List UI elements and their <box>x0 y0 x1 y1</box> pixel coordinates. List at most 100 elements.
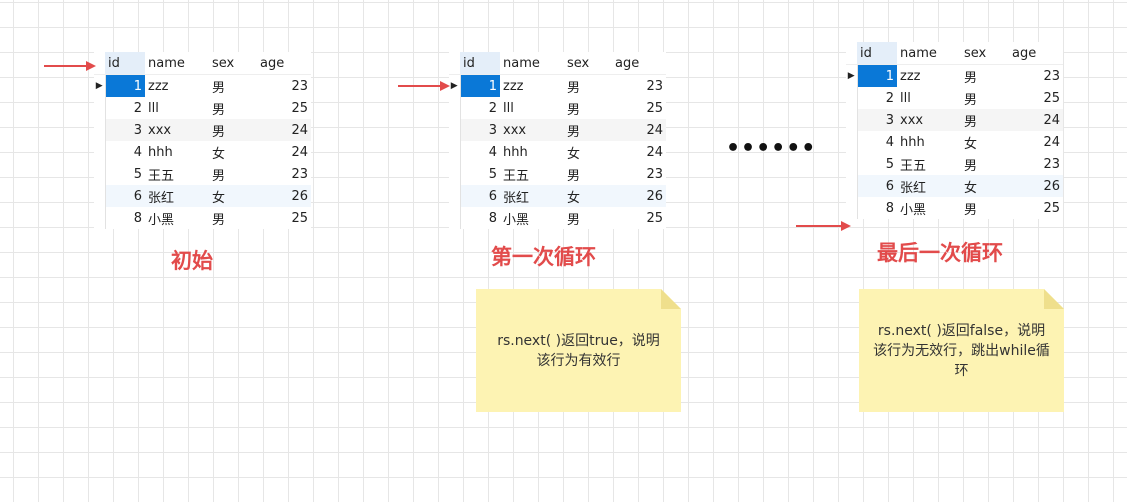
cell-age[interactable]: 25 <box>612 97 666 119</box>
cell-id[interactable]: 5 <box>857 153 897 175</box>
cell-name[interactable]: xxx <box>500 119 564 141</box>
cell-sex[interactable]: 男 <box>209 207 257 229</box>
cell-sex[interactable]: 女 <box>209 141 257 163</box>
cell-id[interactable]: 1 <box>460 74 500 97</box>
cell-sex[interactable]: 男 <box>564 163 612 185</box>
table-row[interactable]: 5 王五男 23 <box>846 153 1063 175</box>
table-row[interactable]: 3 xxx 男 24 <box>846 109 1063 131</box>
cell-id[interactable]: 6 <box>460 185 500 207</box>
cell-id[interactable]: 2 <box>105 97 145 119</box>
cell-sex[interactable]: 女 <box>564 141 612 163</box>
cell-id[interactable]: 4 <box>105 141 145 163</box>
cell-age[interactable]: 24 <box>257 119 311 141</box>
cell-name[interactable]: 小黑 <box>500 207 564 229</box>
cell-id[interactable]: 1 <box>857 64 897 87</box>
table-row[interactable]: 3 xxx 男 24 <box>94 119 311 141</box>
cell-id[interactable]: 2 <box>460 97 500 119</box>
cell-id[interactable]: 4 <box>460 141 500 163</box>
cell-name[interactable]: lll <box>897 87 961 109</box>
cell-age[interactable]: 26 <box>1009 175 1063 197</box>
cell-id[interactable]: 8 <box>857 197 897 219</box>
cell-age[interactable]: 26 <box>257 185 311 207</box>
table-row[interactable]: 5 王五男 23 <box>449 163 666 185</box>
cell-id[interactable]: 1 <box>105 74 145 97</box>
column-header-id[interactable]: id <box>105 52 145 75</box>
table-row[interactable]: 2 lll 男 25 <box>846 87 1063 109</box>
table-row[interactable]: 8 小黑男 25 <box>846 197 1063 219</box>
column-header-age[interactable]: age <box>612 52 666 75</box>
cell-age[interactable]: 24 <box>257 141 311 163</box>
cell-name[interactable]: hhh <box>897 131 961 153</box>
table-row[interactable]: 3 xxx 男 24 <box>449 119 666 141</box>
table-row[interactable]: 4 hhh 女 24 <box>846 131 1063 153</box>
table-row[interactable]: ▶ 1 zzz 男 23 <box>449 74 666 98</box>
cell-name[interactable]: 张红 <box>500 185 564 207</box>
cell-sex[interactable]: 女 <box>209 185 257 207</box>
cell-name[interactable]: hhh <box>500 141 564 163</box>
cell-name[interactable]: 张红 <box>145 185 209 207</box>
table-row[interactable]: ▶ 1 zzz 男 23 <box>94 74 311 98</box>
cell-id[interactable]: 5 <box>105 163 145 185</box>
cell-age[interactable]: 23 <box>612 75 666 98</box>
cell-age[interactable]: 24 <box>1009 109 1063 131</box>
table-row[interactable]: 6 张红女 26 <box>846 175 1063 197</box>
cell-name[interactable]: lll <box>145 97 209 119</box>
cell-id[interactable]: 5 <box>460 163 500 185</box>
cell-age[interactable]: 23 <box>612 163 666 185</box>
cell-id[interactable]: 3 <box>857 109 897 131</box>
table-row[interactable]: 5 王五男 23 <box>94 163 311 185</box>
cell-sex[interactable]: 男 <box>209 97 257 119</box>
cell-name[interactable]: 王五 <box>500 163 564 185</box>
cell-sex[interactable]: 男 <box>564 207 612 229</box>
cell-id[interactable]: 3 <box>105 119 145 141</box>
column-header-sex[interactable]: sex <box>209 52 257 75</box>
cell-age[interactable]: 26 <box>612 185 666 207</box>
table-row[interactable]: 2 lll 男 25 <box>449 97 666 119</box>
table-row[interactable]: 8 小黑男 25 <box>94 207 311 229</box>
cell-age[interactable]: 25 <box>257 97 311 119</box>
cell-id[interactable]: 6 <box>857 175 897 197</box>
cell-age[interactable]: 24 <box>612 141 666 163</box>
column-header-name[interactable]: name <box>500 52 564 75</box>
cell-id[interactable]: 4 <box>857 131 897 153</box>
table-row[interactable]: 6 张红女 26 <box>94 185 311 207</box>
cell-sex[interactable]: 男 <box>209 163 257 185</box>
cell-sex[interactable]: 男 <box>961 109 1009 131</box>
cell-sex[interactable]: 男 <box>564 119 612 141</box>
cell-sex[interactable]: 男 <box>209 75 257 98</box>
column-header-name[interactable]: name <box>145 52 209 75</box>
cell-sex[interactable]: 男 <box>564 97 612 119</box>
cell-age[interactable]: 25 <box>257 207 311 229</box>
table-row[interactable]: 4 hhh 女 24 <box>449 141 666 163</box>
cell-id[interactable]: 6 <box>105 185 145 207</box>
column-header-sex[interactable]: sex <box>961 42 1009 65</box>
table-row[interactable]: 2 lll 男 25 <box>94 97 311 119</box>
cell-name[interactable]: 王五 <box>145 163 209 185</box>
cell-sex[interactable]: 男 <box>961 65 1009 88</box>
column-header-id[interactable]: id <box>460 52 500 75</box>
cell-name[interactable]: 王五 <box>897 153 961 175</box>
cell-id[interactable]: 8 <box>105 207 145 229</box>
column-header-sex[interactable]: sex <box>564 52 612 75</box>
table-row[interactable]: 4 hhh 女 24 <box>94 141 311 163</box>
table-row[interactable]: ▶ 1 zzz 男 23 <box>846 64 1063 88</box>
cell-sex[interactable]: 女 <box>564 185 612 207</box>
cell-name[interactable]: xxx <box>897 109 961 131</box>
cell-name[interactable]: hhh <box>145 141 209 163</box>
cell-age[interactable]: 23 <box>1009 153 1063 175</box>
cell-age[interactable]: 24 <box>1009 131 1063 153</box>
cell-name[interactable]: lll <box>500 97 564 119</box>
cell-age[interactable]: 23 <box>257 163 311 185</box>
cell-name[interactable]: zzz <box>500 75 564 98</box>
cell-sex[interactable]: 男 <box>961 87 1009 109</box>
cell-age[interactable]: 25 <box>612 207 666 229</box>
cell-age[interactable]: 24 <box>612 119 666 141</box>
cell-id[interactable]: 3 <box>460 119 500 141</box>
cell-sex[interactable]: 男 <box>209 119 257 141</box>
table-row[interactable]: 6 张红女 26 <box>449 185 666 207</box>
table-row[interactable]: 8 小黑男 25 <box>449 207 666 229</box>
cell-age[interactable]: 23 <box>1009 65 1063 88</box>
cell-age[interactable]: 23 <box>257 75 311 98</box>
cell-name[interactable]: zzz <box>145 75 209 98</box>
column-header-age[interactable]: age <box>1009 42 1063 65</box>
